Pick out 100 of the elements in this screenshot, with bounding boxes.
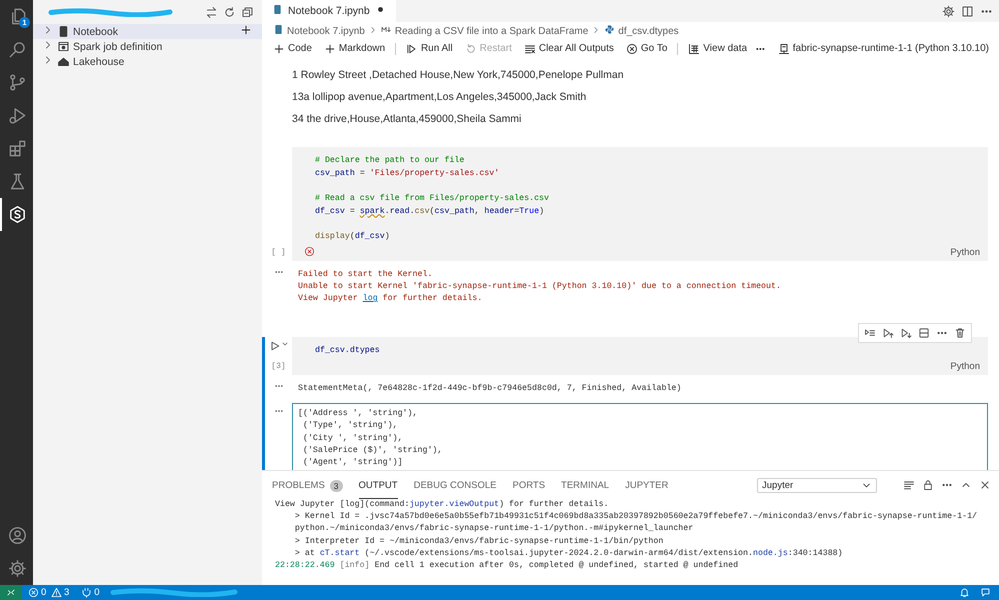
language-label[interactable]: Python (950, 247, 980, 258)
panel-tab[interactable]: DEBUG CONSOLE (414, 471, 496, 499)
log-link[interactable]: log (362, 294, 378, 304)
remote-button[interactable] (0, 585, 22, 600)
toolbar-button[interactable]: View data (684, 42, 752, 54)
execution-count: [3] (271, 362, 286, 371)
settings-icon[interactable] (942, 4, 955, 18)
circle-x-icon (626, 42, 638, 54)
problems-status[interactable]: 0 3 (22, 585, 76, 600)
warning-icon (50, 587, 62, 598)
code-line: # Read a csv file from Files/property-sales.csv (315, 193, 550, 205)
swap-icon[interactable] (205, 6, 218, 18)
panel-tab[interactable]: PORTS (512, 471, 546, 499)
run-all-icon (406, 42, 418, 54)
log-line: python.~/miniconda3/envs/fabric-synapse-runtime-1-1/python.-m#ipykernel_launcher (294, 523, 694, 536)
tree-item[interactable]: Lakehouse (33, 54, 262, 69)
trash-icon[interactable] (954, 327, 966, 340)
markdown-text: 1 Rowley Street ,Detached House,New York,745000,Penelope Pullman (292, 68, 625, 83)
flask-icon[interactable] (8, 172, 27, 191)
output-line: ('City ', 'string'), (302, 432, 404, 445)
log-line: > Kernel Id = .jvsc74a57bd0e6e5a0b55efb71b49931c51f4c069bd8a335ab20397892b0560e2a79ffebefe7.~/miniconda3/envs/fabric-synapse-runtime-1-1/ (294, 511, 978, 524)
feedback-icon[interactable] (980, 587, 991, 598)
blocks-icon[interactable] (8, 139, 27, 158)
tree-item[interactable]: Notebook (33, 24, 262, 39)
execution-count: [ ] (271, 248, 286, 256)
remote-icon (6, 587, 16, 598)
output-line: ('Type', 'string'), (302, 420, 399, 432)
breadcrumb-item[interactable]: Reading a CSV file into a Spark DataFrame (394, 26, 588, 36)
markdown-text: 34 the drive,House,Atlanta,459000,Sheila Sammi (292, 112, 522, 127)
plus-icon (324, 42, 336, 54)
code-line: display(df_csv) (315, 231, 391, 243)
log-line: > Interpreter Id = ~/miniconda3/envs/fabric-synapse-runtime-1-1/bin/python (294, 536, 664, 548)
kernel-picker[interactable]: fabric-synapse-runtime-1-1 (Python 3.10.10) (774, 42, 999, 54)
code-editor[interactable]: df_csv.dtypes Python (292, 337, 988, 375)
ports-status[interactable]: 0 (75, 585, 106, 600)
language-label[interactable]: Python (950, 361, 980, 372)
play-bug-icon[interactable] (8, 106, 27, 125)
panel-tab[interactable]: JUPYTER (625, 471, 668, 499)
notebook-icon (273, 24, 284, 35)
code-line: df_csv = spark.read.csv(csv_path, header=True) (315, 206, 546, 218)
toolbar-button[interactable]: Code (269, 42, 316, 54)
grid-icon (688, 42, 700, 54)
error-message: Unable to start Kernel 'fabric-synapse-runtime-1-1 (Python 3.10.10)' due to a connection timeout. (298, 280, 782, 293)
server-icon (778, 42, 790, 54)
output-line: StatementMeta(, 7e64828c-1f2d-449c-bf9b-c7946e5d8c0d, 7, Finished, Available) (298, 382, 682, 395)
error-icon (28, 587, 39, 598)
window-icon (57, 40, 70, 53)
code-editor[interactable]: # Declare the path to our file csv_path = 'Files/property-sales.csv' # Read a csv file from Files/property-sales.csv df_csv = spark.read.csv(csv_path, header=True) display(df_csv) Python (292, 147, 988, 260)
code-line: df_csv.dtypes (315, 345, 381, 358)
output-line: ('Agent', 'string')] (302, 457, 404, 470)
branch-icon[interactable] (8, 73, 27, 92)
execute-below-icon[interactable] (900, 327, 912, 340)
output-line: ('SalePrice ($)', 'string'), (302, 445, 444, 458)
output-line: [('Address ', 'string'), (298, 408, 418, 420)
settings-icon[interactable] (8, 559, 27, 578)
house-icon (57, 55, 70, 68)
collapse-icon[interactable] (241, 6, 254, 18)
panel-tab[interactable]: OUTPUT (358, 471, 398, 499)
execute-above-icon[interactable] (882, 327, 894, 340)
error-message: Failed to start the Kernel. (298, 268, 434, 280)
code-line: csv_path = 'Files/property-sales.csv' (315, 168, 500, 180)
panel-tab[interactable]: PROBLEMS 3 (272, 471, 343, 499)
close-icon[interactable] (979, 479, 991, 491)
toolbar-button[interactable]: Go To (622, 42, 672, 54)
run-icon[interactable] (268, 340, 280, 352)
lock-icon[interactable] (922, 479, 934, 491)
error-icon (304, 246, 315, 256)
plus-icon (273, 42, 285, 54)
output-channel-dropdown[interactable]: Jupyter (757, 478, 877, 492)
split-icon[interactable] (961, 4, 974, 18)
restart-icon (464, 42, 477, 54)
plus-icon[interactable] (240, 24, 252, 36)
snake-icon (604, 24, 616, 35)
log-line: > at cT.start (~/.vscode/extensions/ms-toolsai.jupyter-2024.2.0-darwin-arm64/dist/extension.node.js:340:14388) (294, 548, 844, 560)
error-message: View Jupyter log for further details. (298, 293, 484, 306)
panel-tab[interactable]: TERMINAL (561, 471, 610, 499)
bell-icon[interactable] (959, 587, 970, 598)
notebook-icon (272, 4, 283, 15)
toolbar-button[interactable]: Markdown (320, 42, 390, 54)
toolbar-button[interactable]: Run All (402, 42, 457, 54)
ports-icon (81, 587, 92, 598)
search-icon[interactable] (8, 40, 27, 59)
markdown-text: 13a lollipop avenue,Apartment,Los Angeles,345000,Jack Smith (292, 90, 588, 105)
log-line: View Jupyter [log](command:jupyter.viewOutput) for further details. (275, 499, 610, 511)
code-line: # Declare the path to our file (315, 155, 466, 167)
refresh-icon[interactable] (223, 6, 236, 18)
hexagon-icon[interactable] (8, 205, 27, 224)
notebook-icon (57, 25, 70, 38)
account-icon[interactable] (8, 526, 27, 545)
markdown-icon (380, 24, 392, 35)
breadcrumb-item[interactable]: Notebook 7.ipynb (287, 26, 365, 36)
editor-tab[interactable]: Notebook 7.ipynb (262, 0, 396, 22)
list-filter-icon[interactable] (903, 479, 915, 491)
split-cell-icon[interactable] (918, 327, 930, 340)
clear-list-icon (524, 42, 536, 54)
toolbar-button[interactable]: Clear All Outputs (520, 42, 618, 54)
tree-item[interactable]: Spark job definition (33, 39, 262, 54)
log-line: 22:28:22.469 [info] End cell 1 execution after 0s, completed @ undefined, started @ undefined (275, 560, 740, 572)
count-badge: 3 (330, 480, 343, 492)
breadcrumb-item[interactable]: df_csv.dtypes (618, 26, 679, 36)
